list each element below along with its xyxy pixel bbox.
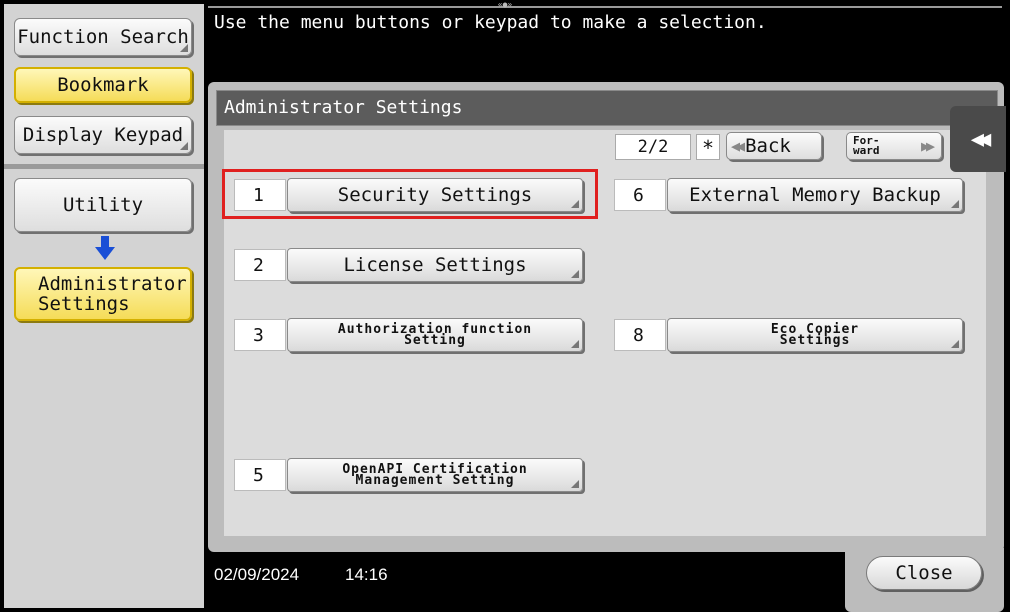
eco-copier-label-line2: Settings <box>779 333 851 348</box>
license-settings-button[interactable]: License Settings <box>287 248 583 282</box>
openapi-label-line2: Management Setting <box>355 473 515 488</box>
star-button[interactable]: * <box>696 134 720 160</box>
external-memory-backup-button[interactable]: External Memory Backup <box>667 178 963 212</box>
display-keypad-button[interactable]: Display Keypad <box>14 116 192 154</box>
item-number: 5 <box>234 459 286 491</box>
openapi-certification-button[interactable]: OpenAPI Certification Management Setting <box>287 458 583 492</box>
corner-mark-icon <box>571 340 579 348</box>
sidebar-divider <box>4 164 204 169</box>
authorization-label-line2: Setting <box>404 333 466 348</box>
back-label: Back <box>745 135 791 157</box>
left-sidebar: Function Search Bookmark Display Keypad … <box>4 4 204 608</box>
selection-highlight <box>222 169 598 219</box>
close-button[interactable]: Close <box>866 556 982 590</box>
display-keypad-label: Display Keypad <box>22 124 184 146</box>
admin-settings-label-line1: Administrator <box>38 273 187 295</box>
license-settings-label: License Settings <box>343 254 527 276</box>
back-button[interactable]: ◀◀ Back <box>726 132 822 160</box>
close-label: Close <box>895 562 953 584</box>
forward-double-arrow-icon: ▶▶ <box>920 137 935 155</box>
utility-label: Utility <box>62 194 144 216</box>
instruction-text: Use the menu buttons or keypad to make a… <box>214 12 767 33</box>
bookmark-button[interactable]: Bookmark <box>14 67 192 103</box>
panel-title: Administrator Settings <box>216 90 998 126</box>
authorization-function-setting-button[interactable]: Authorization function Setting <box>287 318 583 352</box>
item-number: 3 <box>234 319 286 351</box>
item-number: 6 <box>614 179 666 211</box>
forward-button[interactable]: For- ward ▶▶ <box>846 132 942 160</box>
date-display: 02/09/2024 <box>214 565 300 584</box>
back-double-arrow-icon: ◀◀ <box>731 137 745 155</box>
corner-mark-icon <box>951 200 959 208</box>
bookmark-label: Bookmark <box>57 74 149 96</box>
collapse-panel-icon[interactable]: ◀◀ <box>950 106 1006 172</box>
external-memory-backup-label: External Memory Backup <box>689 184 941 206</box>
corner-mark-icon <box>571 270 579 278</box>
page-indicator: 2/2 <box>615 134 691 160</box>
utility-button[interactable]: Utility <box>14 178 192 232</box>
corner-mark-icon <box>951 340 959 348</box>
corner-mark-icon <box>180 142 188 150</box>
top-rule <box>208 6 1002 8</box>
item-number: 2 <box>234 249 286 281</box>
corner-mark-icon <box>571 480 579 488</box>
forward-label-line2: ward <box>853 144 880 157</box>
item-number: 8 <box>614 319 666 351</box>
administrator-settings-button[interactable]: Administrator Settings <box>14 267 192 321</box>
time-display: 14:16 <box>345 565 388 584</box>
function-search-label: Function Search <box>17 26 189 48</box>
admin-settings-label-line2: Settings <box>38 293 130 315</box>
corner-mark-icon <box>180 44 188 52</box>
top-handle-icon[interactable]: «●» <box>470 0 540 10</box>
function-search-button[interactable]: Function Search <box>14 18 192 56</box>
eco-copier-settings-button[interactable]: Eco Copier Settings <box>667 318 963 352</box>
arrow-down-icon <box>95 236 115 260</box>
